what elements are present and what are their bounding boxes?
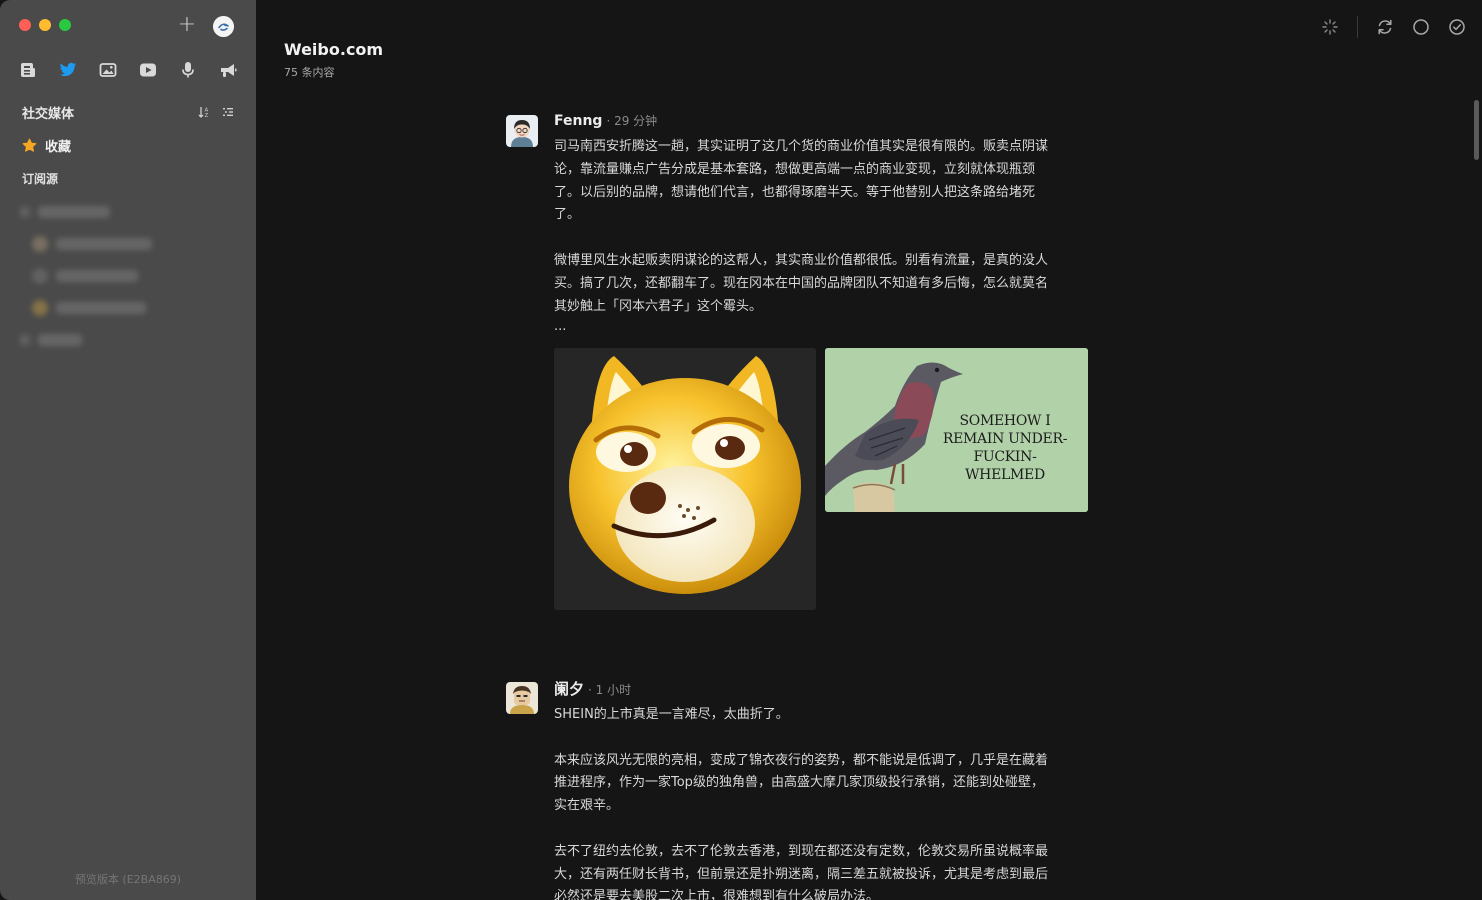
- sparkle-icon[interactable]: [1321, 18, 1339, 36]
- feed-title: Weibo.com: [284, 40, 384, 59]
- post-body: 司马南西安折腾这一趟，其实证明了这几个货的商业价值其实是很有限的。贩卖点阴谋 论…: [554, 136, 1094, 334]
- toolbar: [1321, 16, 1466, 38]
- subscription-item[interactable]: [20, 260, 240, 292]
- subscription-item[interactable]: [20, 228, 240, 260]
- favorites-item[interactable]: 收藏: [22, 136, 71, 155]
- video-filter-button[interactable]: [138, 60, 158, 80]
- toolbar-separator: [1357, 16, 1358, 38]
- minimize-window-button[interactable]: [39, 19, 51, 31]
- post-images: SOMEHOW I REMAIN UNDER- FUCKIN-WHELMED: [554, 348, 1094, 611]
- subscription-item[interactable]: [20, 324, 240, 356]
- circle-icon[interactable]: [1412, 18, 1430, 36]
- post-author[interactable]: Fenng: [554, 113, 602, 129]
- post-timestamp: · 29 分钟: [606, 114, 658, 128]
- post-image-bird[interactable]: SOMEHOW I REMAIN UNDER- FUCKIN-WHELMED: [825, 348, 1088, 513]
- content-type-filters: [18, 60, 238, 80]
- subscription-item[interactable]: [20, 292, 240, 324]
- post-item[interactable]: 阑夕 · 1 小时 SHEIN的上市真是一言难尽，太曲折了。 本来应该风光无限的…: [506, 678, 1094, 900]
- favorites-label: 收藏: [45, 140, 72, 155]
- podcast-filter-button[interactable]: [178, 60, 198, 80]
- post-paragraph: 微博里风生水起贩卖阴谋论的这帮人，其实商业价值都很低。别看有流量，是真的没人 买…: [554, 252, 1049, 314]
- list-options-icon[interactable]: [222, 106, 234, 118]
- close-window-button[interactable]: [19, 19, 31, 31]
- refresh-icon[interactable]: [1376, 18, 1394, 36]
- image-icon: [99, 63, 117, 77]
- post-truncation: ...: [554, 319, 567, 335]
- subscription-item[interactable]: [20, 196, 240, 228]
- zoom-window-button[interactable]: [59, 19, 71, 31]
- window-controls: [19, 19, 71, 31]
- article-filter-button[interactable]: [18, 60, 38, 80]
- avatar[interactable]: [506, 115, 538, 147]
- post-paragraph: 本来应该风光无限的亮相，变成了锦衣夜行的姿势，都不能说是低调了，几乎是在藏着 推…: [554, 752, 1049, 814]
- article-list-pane: Weibo.com 75 条内容 Fenng · 29 分钟 司马南西安折腾这一…: [256, 0, 1482, 900]
- group-header: 社交媒体 AZ: [22, 102, 234, 122]
- svg-text:Z: Z: [205, 113, 209, 118]
- post-author[interactable]: 阑夕: [554, 678, 584, 699]
- post-paragraph: 去不了纽约去伦敦，去不了伦敦去香港，到现在都还没有定数，伦敦交易所虽说概率最 大…: [554, 843, 1049, 900]
- announcement-filter-button[interactable]: [218, 60, 238, 80]
- feed-item-count: 75 条内容: [284, 66, 335, 79]
- post-paragraph: SHEIN的上市真是一言难尽，太曲折了。: [554, 707, 789, 722]
- star-icon: [22, 138, 37, 152]
- image-filter-button[interactable]: [98, 60, 118, 80]
- post-timestamp: · 1 小时: [588, 683, 632, 697]
- post-body: SHEIN的上市真是一言难尽，太曲折了。 本来应该风光无限的亮相，变成了锦衣夜行…: [554, 704, 1094, 900]
- microphone-icon: [182, 62, 194, 78]
- version-label: 预览版本 (E2BA869): [74, 873, 182, 886]
- scrollbar[interactable]: [1474, 100, 1479, 160]
- group-title[interactable]: 社交媒体: [22, 103, 74, 122]
- check-circle-icon[interactable]: [1448, 18, 1466, 36]
- megaphone-icon: [221, 64, 237, 77]
- article-icon: [21, 63, 35, 77]
- sort-icon[interactable]: AZ: [198, 106, 210, 118]
- video-icon: [140, 63, 156, 77]
- subscriptions-header: 订阅源: [22, 172, 59, 186]
- post-image-doge[interactable]: [554, 348, 816, 611]
- post-item[interactable]: Fenng · 29 分钟 司马南西安折腾这一趟，其实证明了这几个货的商业价值其…: [506, 112, 1094, 611]
- sidebar: + 社交媒体 AZ 收藏 订阅源 预览版本 (E2BA869): [0, 0, 256, 900]
- account-avatar[interactable]: [213, 16, 234, 37]
- add-feed-button[interactable]: +: [176, 14, 198, 36]
- twitter-icon: [59, 62, 77, 77]
- social-filter-button[interactable]: [58, 60, 78, 80]
- post-paragraph: 司马南西安折腾这一趟，其实证明了这几个货的商业价值其实是很有限的。贩卖点阴谋 论…: [554, 139, 1049, 223]
- image-caption-art: SOMEHOW I REMAIN UNDER- FUCKIN-WHELMED: [942, 413, 1068, 484]
- subscriptions-list-blurred: [20, 196, 240, 356]
- avatar[interactable]: [506, 682, 538, 714]
